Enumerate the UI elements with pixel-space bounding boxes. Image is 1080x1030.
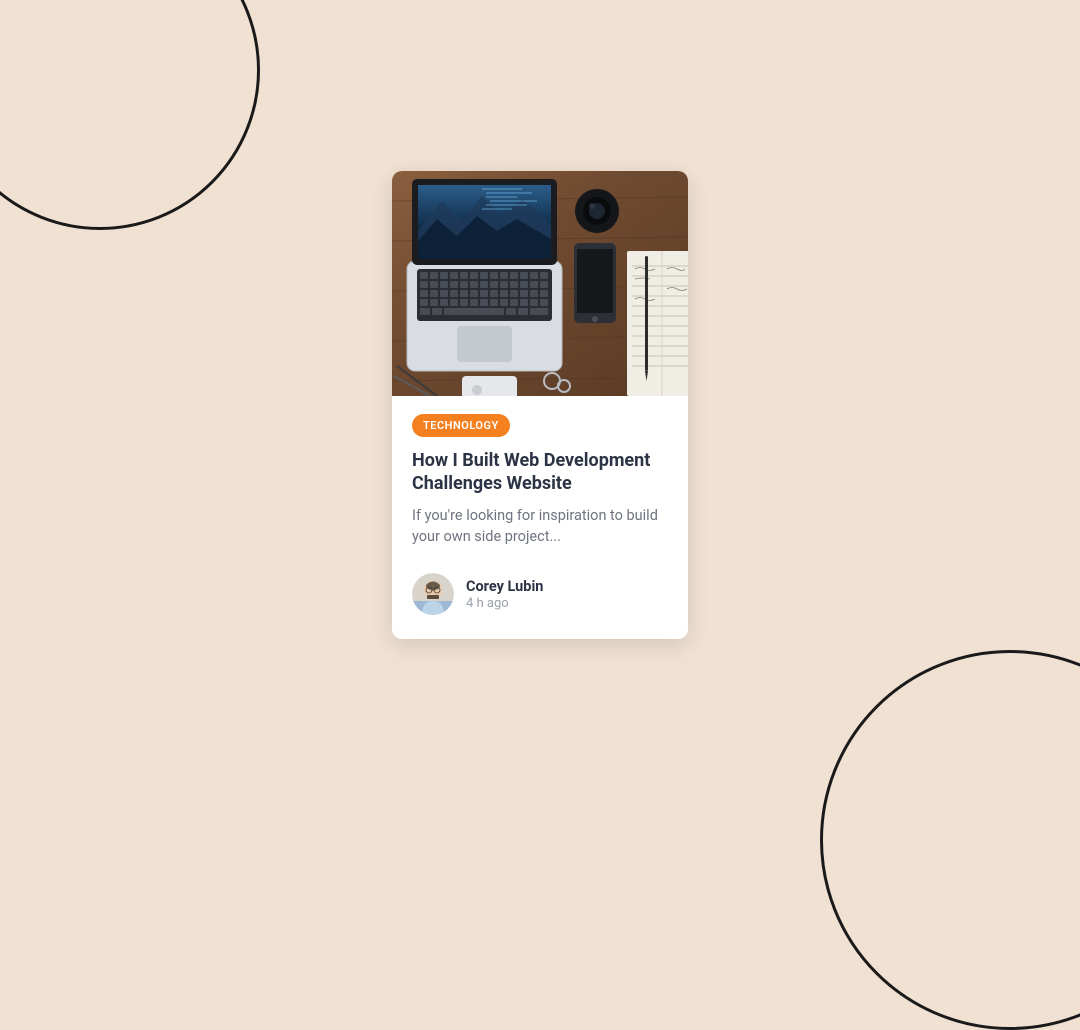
- card-body: TECHNOLOGY How I Built Web Development C…: [392, 396, 688, 639]
- decorative-circle-top-left: [0, 0, 260, 230]
- article-card[interactable]: TECHNOLOGY How I Built Web Development C…: [392, 171, 688, 639]
- author-text: Corey Lubin 4 h ago: [466, 578, 543, 611]
- author-timestamp: 4 h ago: [466, 596, 543, 611]
- card-description: If you're looking for inspiration to bui…: [412, 505, 668, 547]
- author-section[interactable]: Corey Lubin 4 h ago: [412, 573, 668, 615]
- decorative-circle-bottom-right: [820, 650, 1080, 1030]
- category-badge[interactable]: TECHNOLOGY: [412, 414, 510, 437]
- card-hero-image: [392, 171, 688, 396]
- card-title[interactable]: How I Built Web Development Challenges W…: [412, 449, 668, 495]
- author-avatar: [412, 573, 454, 615]
- author-name: Corey Lubin: [466, 578, 543, 595]
